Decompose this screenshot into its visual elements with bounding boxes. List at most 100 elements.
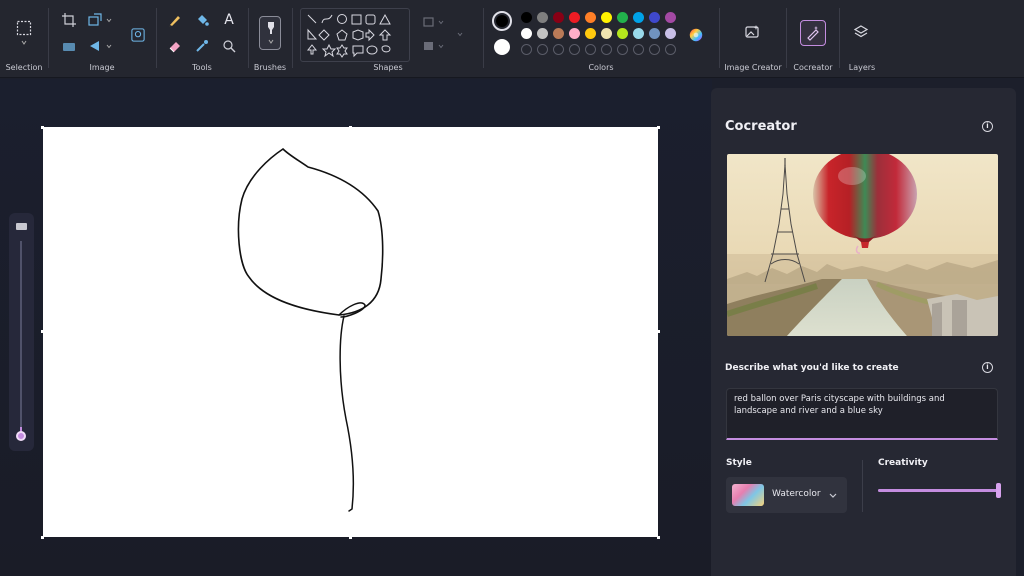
resize-handle[interactable]	[657, 330, 660, 333]
chevron-down-icon[interactable]	[104, 38, 114, 54]
color-swatch[interactable]	[617, 12, 628, 23]
color-swatch[interactable]	[665, 28, 676, 39]
resize-handle[interactable]	[349, 126, 352, 129]
color-swatch[interactable]	[553, 28, 564, 39]
image-creator-group: Image Creator	[720, 0, 786, 78]
shapes-icon	[306, 13, 392, 58]
chevron-down-icon[interactable]	[436, 38, 446, 54]
color-swatch[interactable]	[537, 12, 548, 23]
shape-size-icon[interactable]	[455, 26, 465, 42]
brushes-group: Brushes	[249, 0, 291, 78]
secondary-color[interactable]	[494, 39, 510, 55]
image-group: Image	[49, 0, 155, 78]
custom-color-slot[interactable]	[649, 44, 660, 55]
color-swatch[interactable]	[521, 12, 532, 23]
color-swatch[interactable]	[601, 28, 612, 39]
color-swatch[interactable]	[665, 12, 676, 23]
prompt-input[interactable]: red ballon over Paris cityscape with bui…	[726, 388, 998, 440]
color-swatch[interactable]	[601, 12, 612, 23]
layers-label: Layers	[848, 63, 876, 72]
flip-icon[interactable]	[87, 38, 103, 54]
cocreator-button[interactable]	[800, 20, 826, 46]
colors-group: Colors	[484, 0, 718, 78]
primary-color[interactable]	[492, 11, 512, 31]
cocreator-group: Cocreator	[787, 0, 839, 78]
brush-icon	[263, 20, 279, 36]
custom-color-slot[interactable]	[665, 44, 676, 55]
creativity-thumb[interactable]	[996, 483, 1001, 498]
shape-outline-icon[interactable]	[421, 14, 437, 30]
color-swatch[interactable]	[585, 12, 596, 23]
resize-handle[interactable]	[657, 126, 660, 129]
custom-color-slot[interactable]	[521, 44, 532, 55]
resize-handle[interactable]	[657, 536, 660, 539]
crop-icon[interactable]	[61, 12, 77, 28]
custom-color-slot[interactable]	[601, 44, 612, 55]
color-wheel-icon[interactable]	[687, 26, 705, 44]
info-icon[interactable]: i	[982, 121, 993, 132]
image-creator-label: Image Creator	[724, 63, 782, 72]
paris-balloon-watercolor	[727, 154, 998, 336]
custom-color-slot[interactable]	[553, 44, 564, 55]
style-label: Style	[726, 458, 752, 468]
color-swatch[interactable]	[553, 12, 564, 23]
creativity-slider[interactable]	[878, 483, 1001, 498]
pencil-icon[interactable]	[167, 12, 183, 28]
image-label: Image	[89, 63, 115, 72]
color-swatch[interactable]	[537, 28, 548, 39]
resize-icon[interactable]	[87, 12, 103, 28]
resize-handle[interactable]	[349, 536, 352, 539]
color-swatch[interactable]	[569, 28, 580, 39]
chevron-down-icon[interactable]	[16, 38, 32, 48]
resize-handle[interactable]	[41, 330, 44, 333]
color-swatch[interactable]	[617, 28, 628, 39]
custom-color-slot[interactable]	[569, 44, 580, 55]
selection-label: Selection	[5, 63, 43, 72]
shape-fill-icon[interactable]	[421, 38, 437, 54]
brush-button[interactable]	[259, 16, 281, 50]
color-swatch[interactable]	[633, 12, 644, 23]
info-icon[interactable]: i	[982, 362, 993, 373]
resize-handle[interactable]	[41, 126, 44, 129]
layers-icon[interactable]	[853, 24, 869, 40]
fill-icon[interactable]	[194, 12, 210, 28]
chevron-down-icon[interactable]	[436, 14, 446, 30]
color-swatch[interactable]	[521, 28, 532, 39]
color-swatch[interactable]	[649, 12, 660, 23]
color-swatch[interactable]	[585, 28, 596, 39]
watercolor-thumbnail	[732, 484, 764, 506]
chevron-down-icon	[263, 37, 279, 47]
zoom-slider[interactable]	[9, 213, 34, 451]
drawing-canvas[interactable]	[43, 127, 658, 537]
custom-color-slot[interactable]	[585, 44, 596, 55]
style-dropdown[interactable]: Watercolor	[726, 477, 847, 513]
resize-handle[interactable]	[41, 536, 44, 539]
selection-rect-icon[interactable]	[16, 20, 32, 36]
custom-color-slot[interactable]	[617, 44, 628, 55]
generated-image-preview[interactable]	[727, 154, 998, 336]
creativity-fill	[878, 489, 999, 492]
remove-background-icon[interactable]	[129, 26, 147, 44]
shapes-gallery[interactable]	[300, 8, 410, 62]
shapes-label: Shapes	[373, 63, 403, 72]
chevron-down-icon[interactable]	[104, 12, 114, 28]
text-icon[interactable]: A	[221, 12, 237, 28]
color-swatch[interactable]	[633, 28, 644, 39]
divider	[862, 460, 863, 512]
primary-color-swatch	[496, 15, 508, 27]
colors-label: Colors	[588, 63, 614, 72]
custom-color-slot[interactable]	[537, 44, 548, 55]
eraser-icon[interactable]	[167, 38, 183, 54]
image-creator-icon[interactable]	[744, 24, 760, 40]
color-swatch[interactable]	[569, 12, 580, 23]
magnifier-icon[interactable]	[221, 38, 237, 54]
rotate-icon[interactable]	[61, 38, 77, 54]
zoom-fit-icon[interactable]	[16, 223, 27, 230]
chevron-down-icon	[825, 487, 841, 503]
tools-group: A Tools	[157, 0, 247, 78]
balloon-sketch	[237, 148, 384, 512]
color-picker-icon[interactable]	[194, 38, 210, 54]
zoom-thumb[interactable]	[16, 431, 26, 441]
color-swatch[interactable]	[649, 28, 660, 39]
custom-color-slot[interactable]	[633, 44, 644, 55]
